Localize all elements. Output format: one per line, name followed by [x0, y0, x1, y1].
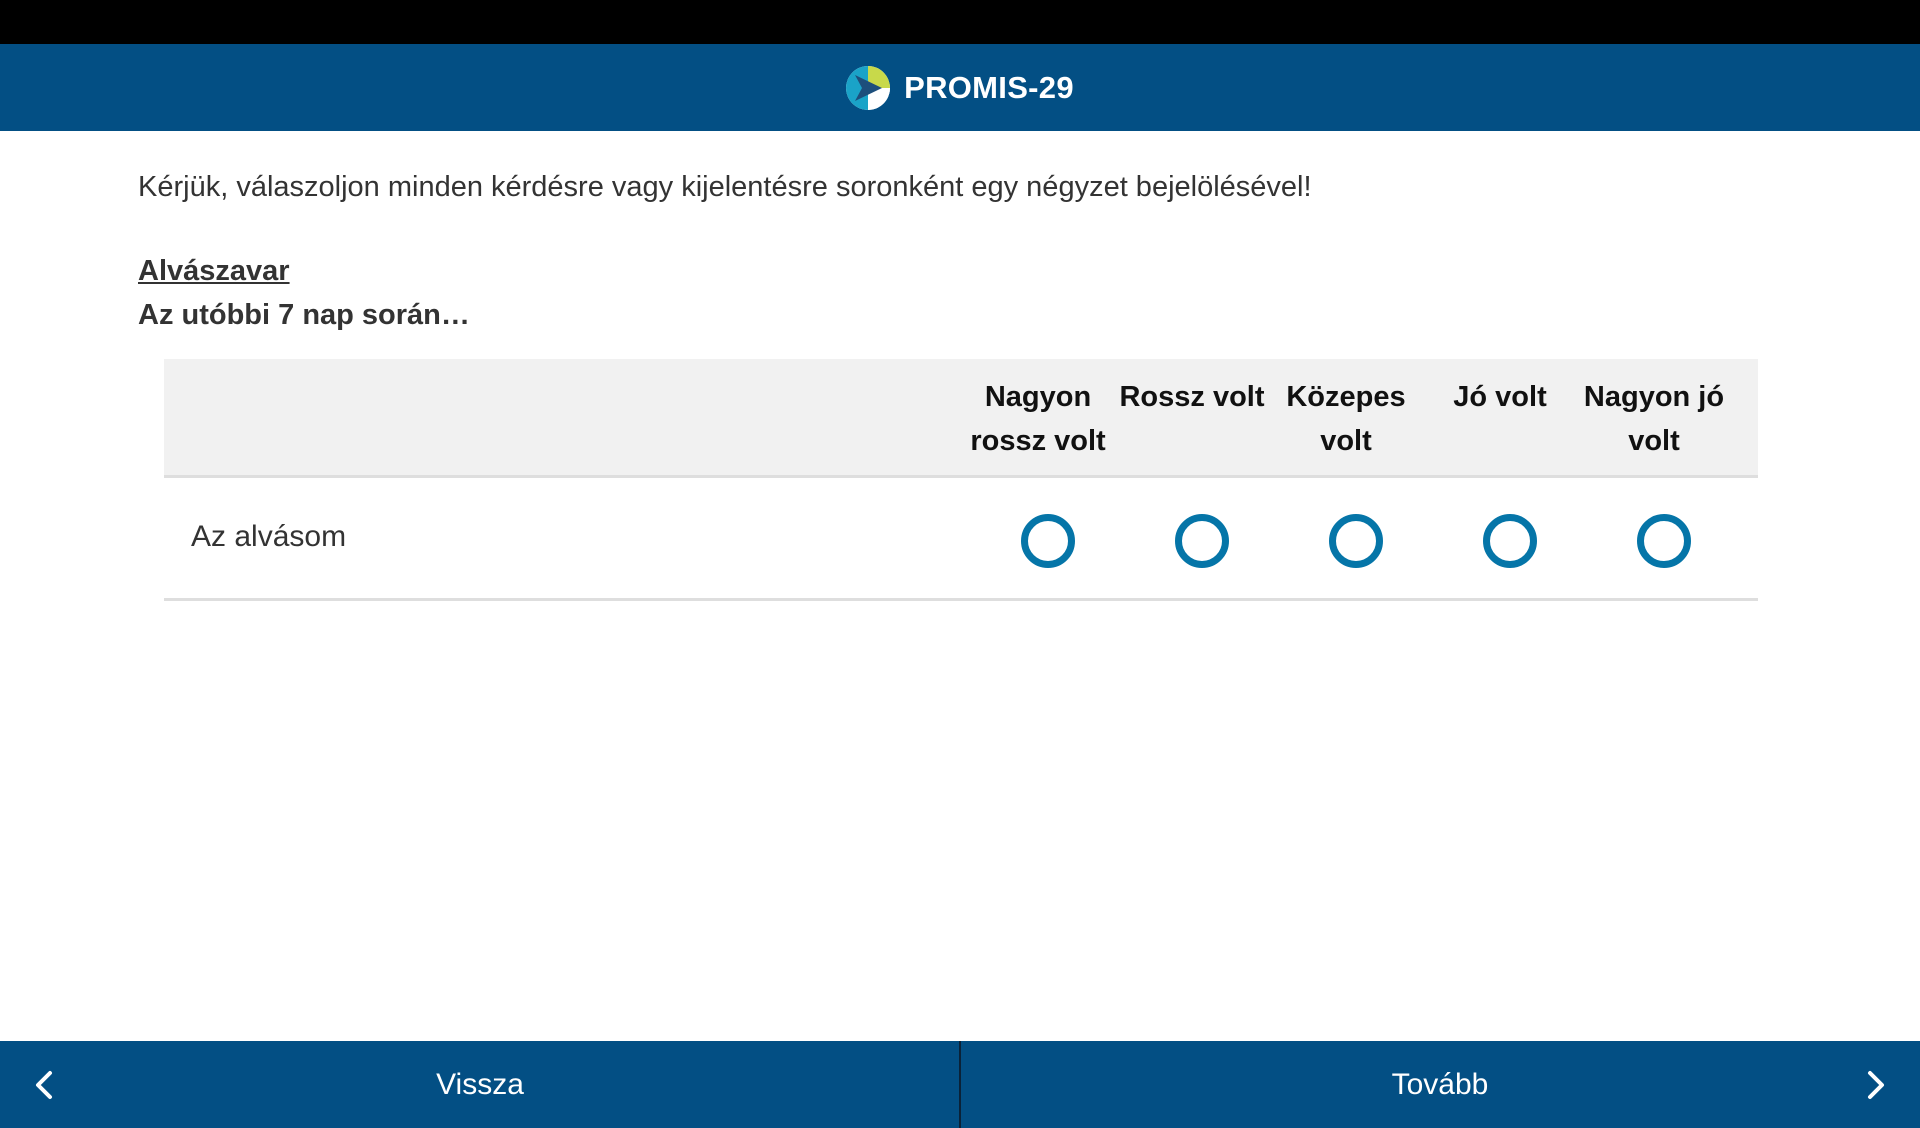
timeframe-text: Az utóbbi 7 nap során…: [138, 299, 470, 331]
back-button-label: Vissza: [436, 1067, 524, 1101]
table-header: Nagyon rossz volt Rossz volt Közepes vol…: [164, 359, 1758, 478]
status-bar: [0, 0, 1920, 44]
radio-option-good[interactable]: [1483, 514, 1537, 568]
column-header: Nagyon jó volt: [1583, 381, 1725, 457]
column-header: Nagyon rossz volt: [970, 381, 1106, 457]
table-row: Az alvásom: [164, 478, 1758, 601]
app-header: PROMIS-29: [0, 44, 1920, 131]
radio-option-bad[interactable]: [1175, 514, 1229, 568]
column-header: Rossz volt: [1119, 381, 1265, 413]
bottom-nav: Vissza Tovább: [0, 1041, 1920, 1128]
chevron-right-icon: [1862, 1070, 1890, 1108]
column-header: Közepes volt: [1286, 381, 1406, 457]
app-title: PROMIS-29: [904, 69, 1074, 105]
radio-option-very-bad[interactable]: [1021, 514, 1075, 568]
next-button-label: Tovább: [1391, 1067, 1489, 1101]
question-table: Nagyon rossz volt Rossz volt Közepes vol…: [164, 359, 1758, 601]
main-content: Kérjük, válaszoljon minden kérdésre vagy…: [0, 131, 1920, 1041]
column-header: Jó volt: [1453, 381, 1547, 413]
back-button[interactable]: Vissza: [0, 1041, 960, 1128]
section-title: Alvászavar: [138, 255, 290, 287]
row-label: Az alvásom: [191, 520, 347, 553]
radio-option-very-good[interactable]: [1637, 514, 1691, 568]
next-button[interactable]: Tovább: [960, 1041, 1920, 1128]
instruction-text: Kérjük, válaszoljon minden kérdésre vagy…: [138, 171, 1312, 203]
promis-logo-icon: [846, 65, 891, 110]
radio-option-fair[interactable]: [1329, 514, 1383, 568]
chevron-left-icon: [30, 1070, 58, 1108]
